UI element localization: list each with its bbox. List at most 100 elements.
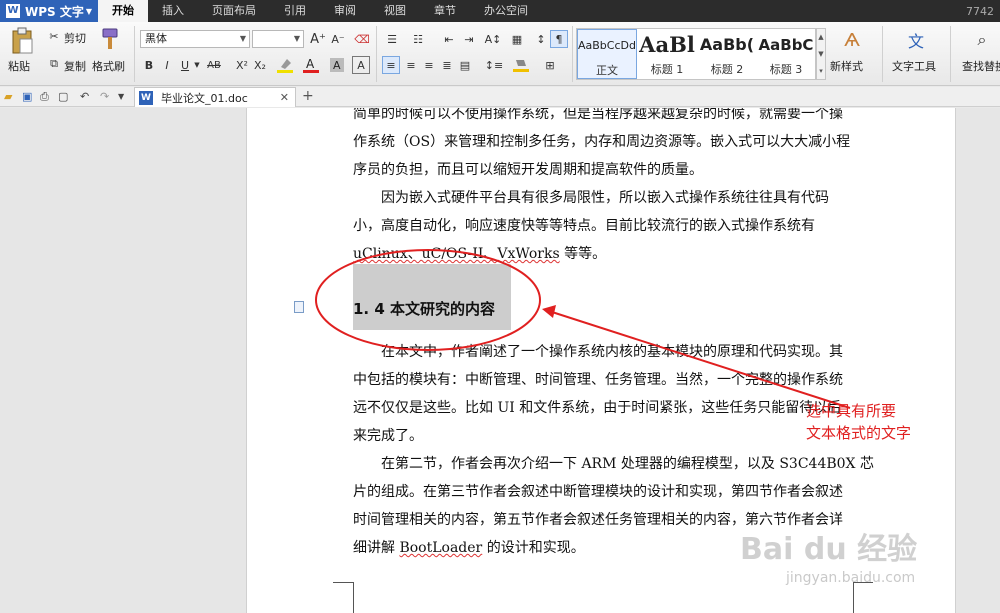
bootloader-word: BootLoader [399, 540, 483, 556]
tab-view[interactable]: 视图 [370, 0, 420, 22]
text-line: 中包括的模块有：中断管理、时间管理、任务管理。当然，一个完整的操作系统 [353, 372, 843, 388]
format-painter-icon[interactable] [98, 26, 122, 52]
style-heading-2[interactable]: AaBb( 标题 2 [697, 29, 757, 79]
find-replace-button[interactable]: 查找替换 [962, 58, 1000, 74]
text-line: 因为嵌入式硬件平台具有很多局限性，所以嵌入式操作系统往往具有代码 [381, 190, 829, 206]
bullet-list-icon[interactable]: ☰ [382, 30, 402, 48]
format-painter-button[interactable]: 格式刷 [92, 58, 125, 74]
align-right-icon[interactable]: ≡ [420, 56, 438, 74]
char-border-icon[interactable]: A [352, 56, 370, 74]
style-preview: AaBbC [758, 36, 814, 54]
style-normal[interactable]: AaBbCcDd 正文 [577, 29, 637, 79]
text-direction-icon[interactable]: A↕ [482, 30, 504, 48]
tab-insert[interactable]: 插入 [148, 0, 198, 22]
text-span: 细讲解 [353, 540, 400, 556]
chevron-down-icon: ▼ [293, 34, 300, 43]
align-left-icon[interactable]: ≡ [382, 56, 400, 74]
tab-review[interactable]: 审阅 [320, 0, 370, 22]
baidu-watermark-url: jingyan.baidu.com [786, 570, 916, 586]
clear-format-icon[interactable]: ⌫ [354, 30, 370, 48]
style-heading-3[interactable]: AaBbC 标题 3 [757, 29, 815, 79]
font-size-select[interactable]: ▼ [252, 30, 304, 48]
menu-bar: W WPS 文字 ▼ 开始 插入 页面布局 引用 审阅 视图 章节 办公空间 7… [0, 0, 1000, 22]
highlight-icon[interactable] [276, 56, 298, 74]
tab-chapter[interactable]: 章节 [420, 0, 470, 22]
italic-button[interactable]: I [160, 56, 174, 74]
redo-icon[interactable]: ↷ [100, 90, 109, 103]
print-preview-icon[interactable]: ▢ [58, 90, 68, 103]
grow-font-icon[interactable]: A⁺ [310, 30, 326, 48]
divider [572, 26, 573, 82]
paste-button[interactable]: 粘贴 [8, 58, 30, 74]
section-heading[interactable]: 1. 4 本文研究的内容 [353, 298, 495, 319]
copy-icon[interactable]: ⧉ [46, 56, 62, 72]
char-shading-icon[interactable]: A [328, 56, 348, 74]
paragraph-3[interactable]: 在本文中，作者阐述了一个操作系统内核的基本模块的原理和代码实现。其 中包括的模块… [353, 338, 853, 450]
line-spacing-icon[interactable]: ↕≡ [484, 56, 504, 74]
baidu-watermark: Bai du 经验 [740, 532, 918, 567]
new-tab-plus-icon[interactable]: + [302, 88, 314, 104]
text-line: 在本文中，作者阐述了一个操作系统内核的基本模块的原理和代码实现。其 [381, 344, 843, 360]
close-icon[interactable]: ✕ [280, 91, 289, 104]
tab-office-space[interactable]: 办公空间 [470, 0, 542, 22]
paragraph-1[interactable]: 简单的时候可以不使用操作系统，但是当程序越来越复杂的时候，就需要一个操 作系统（… [353, 108, 853, 184]
underline-button[interactable]: U [178, 56, 192, 74]
new-style-icon[interactable]: Ѧ [840, 28, 864, 52]
style-preview: AaBbCcDd [578, 39, 636, 52]
style-gallery-scroll[interactable]: ▲ ▼ ▾ [816, 28, 826, 80]
strikethrough-button[interactable]: AB [204, 56, 224, 74]
increase-indent-icon[interactable]: ⇥ [460, 30, 478, 48]
cut-button[interactable]: 剪切 [64, 30, 86, 46]
new-style-button[interactable]: 新样式 [830, 58, 863, 74]
font-name-value: 黑体 [145, 32, 167, 45]
text-tools-button[interactable]: 文字工具 [892, 58, 936, 74]
app-name: WPS 文字 [25, 4, 84, 19]
text-line: 简单的时候可以不使用操作系统，但是当程序越来越复杂的时候，就需要一个操 [353, 108, 843, 122]
text-line: 小，高度自动化，响应速度快等等特点。目前比较流行的嵌入式操作系统有 [353, 218, 815, 234]
text-tools-icon[interactable]: 文 [904, 28, 928, 52]
undo-icon[interactable]: ↶ [80, 90, 89, 103]
borders-icon[interactable]: ⊞ [540, 56, 560, 74]
tab-page-layout[interactable]: 页面布局 [198, 0, 270, 22]
superscript-button[interactable]: X² [234, 56, 250, 74]
chevron-down-icon: ▼ [239, 34, 246, 43]
save-icon[interactable]: ▣ [22, 90, 32, 103]
paragraph-2[interactable]: 因为嵌入式硬件平台具有很多局限性，所以嵌入式操作系统往往具有代码 小，高度自动化… [353, 184, 853, 268]
paste-icon[interactable] [8, 26, 36, 56]
sort-icon[interactable]: ↕ [532, 30, 550, 48]
text-span: 的设计和实现。 [482, 540, 585, 556]
numbered-list-icon[interactable]: ☷ [408, 30, 428, 48]
bold-button[interactable]: B [142, 56, 156, 74]
print-icon[interactable]: ⎙ [40, 90, 49, 104]
paragraph-marker-icon[interactable] [294, 301, 304, 313]
shrink-font-icon[interactable]: A⁻ [330, 30, 346, 48]
page-corner-mark [333, 582, 353, 604]
copy-button[interactable]: 复制 [64, 58, 86, 74]
chevron-down-icon[interactable]: ▼ [118, 92, 124, 101]
distribute-icon[interactable]: ▤ [456, 56, 474, 74]
table-icon[interactable]: ▦ [508, 30, 526, 48]
align-center-icon[interactable]: ≡ [402, 56, 420, 74]
font-color-icon[interactable]: A [302, 56, 324, 74]
show-marks-icon[interactable]: ¶ [550, 30, 568, 48]
svg-text:A: A [306, 57, 315, 71]
tab-home[interactable]: 开始 [98, 0, 148, 22]
page-corner-mark [353, 582, 354, 613]
chevron-down-icon[interactable]: ▼ [192, 56, 202, 74]
page-corner-mark [853, 582, 854, 613]
tab-references[interactable]: 引用 [270, 0, 320, 22]
open-folder-icon[interactable]: ▰ [4, 90, 12, 103]
justify-icon[interactable]: ≣ [438, 56, 456, 74]
style-preview: AaBb( [699, 35, 755, 54]
style-preview: AaBl [639, 32, 695, 57]
subscript-button[interactable]: X₂ [252, 56, 268, 74]
document-tab[interactable]: W 毕业论文_01.doc ✕ [134, 87, 296, 107]
shading-icon[interactable] [512, 56, 534, 74]
font-name-select[interactable]: 黑体 ▼ [140, 30, 250, 48]
text-line: 远不仅仅是这些。比如 UI 和文件系统，由于时间紧张，这些任务只能留待以后 [353, 400, 842, 416]
style-heading-1[interactable]: AaBl 标题 1 [637, 29, 697, 79]
decrease-indent-icon[interactable]: ⇤ [440, 30, 458, 48]
binoculars-icon[interactable]: ⌕ [970, 28, 994, 52]
scissors-icon[interactable]: ✂ [46, 28, 62, 44]
app-menu-button[interactable]: W WPS 文字 ▼ [0, 0, 98, 22]
